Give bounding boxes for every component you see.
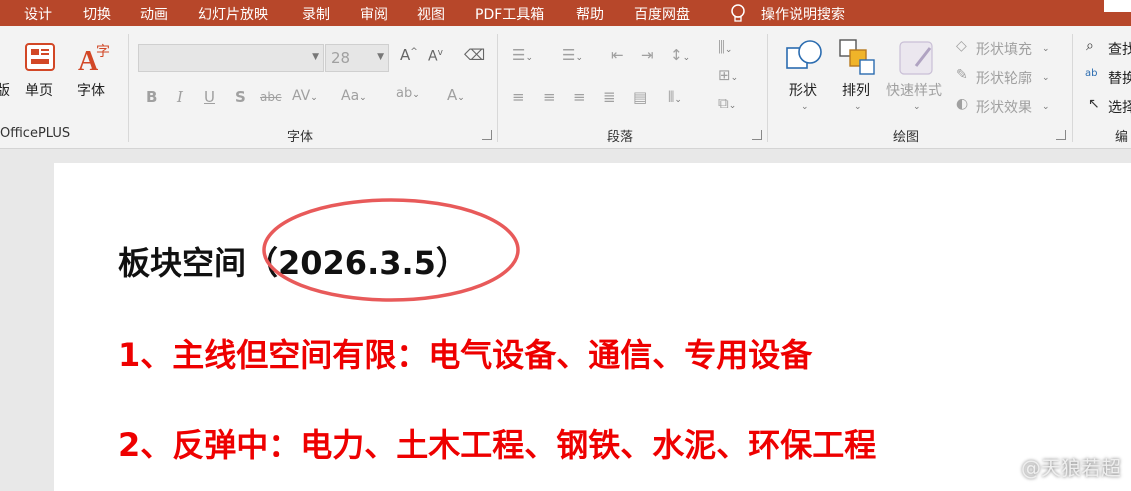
tab-review[interactable]: 审阅 — [360, 4, 388, 24]
divider — [1072, 34, 1073, 142]
font-size-value: 28 — [331, 49, 351, 67]
font-size-box[interactable]: 28 ▼ — [325, 44, 389, 72]
align-center-icon[interactable]: ≡ — [543, 88, 556, 106]
strikethrough-icon[interactable]: abc — [260, 90, 282, 104]
group-label-editing: 编 — [1115, 130, 1129, 145]
align-text-icon[interactable]: ⊞⌄ — [718, 66, 738, 84]
tab-animations[interactable]: 动画 — [140, 4, 168, 24]
underline-icon[interactable]: U — [204, 88, 215, 106]
chevron-down-icon: ⌄ — [854, 102, 862, 112]
justify-icon[interactable]: ≣ — [603, 88, 616, 106]
paragraph-dialog-launcher-icon[interactable] — [752, 130, 762, 140]
bold-icon[interactable]: B — [146, 88, 157, 106]
chevron-down-icon: ▼ — [377, 52, 384, 62]
tab-pdf-toolbox[interactable]: PDF工具箱 — [475, 4, 544, 24]
group-label-officeplus: OfficePLUS — [0, 126, 71, 141]
select-button[interactable]: 选择 — [1108, 97, 1131, 117]
font-dialog-launcher-icon[interactable] — [482, 130, 492, 140]
single-page-icon — [25, 43, 55, 71]
chevron-down-icon: ⌄ — [1042, 44, 1050, 54]
arrange-icon — [839, 39, 875, 75]
chevron-down-icon: ⌄ — [1042, 73, 1050, 83]
font-button[interactable]: 字体 — [77, 80, 105, 100]
ribbon-tab-bar: 设计 切换 动画 幻灯片放映 录制 审阅 视图 PDF工具箱 帮助 百度网盘 操… — [0, 0, 1131, 26]
find-button[interactable]: 查找 — [1108, 39, 1131, 59]
change-case-icon[interactable]: Aa⌄ — [341, 88, 367, 104]
shapes-button[interactable]: 形状 — [789, 80, 817, 100]
chevron-down-icon: ⌄ — [913, 102, 921, 112]
tab-slideshow[interactable]: 幻灯片放映 — [198, 4, 268, 24]
decrease-indent-icon[interactable]: ⇤ — [611, 46, 624, 64]
shadow-icon[interactable]: S — [235, 88, 246, 106]
line-spacing-icon[interactable]: ↕⌄ — [670, 46, 690, 64]
numbering-icon[interactable]: ☰⌄ — [562, 46, 583, 64]
bullet-line-2[interactable]: 2、反弹中：电力、土木工程、钢铁、水泥、环保工程 — [118, 420, 876, 466]
highlight-ellipse — [262, 198, 520, 302]
align-left-icon[interactable]: ≡ — [512, 88, 525, 106]
bullet-line-1[interactable]: 1、主线但空间有限：电气设备、通信、专用设备 — [118, 330, 812, 376]
ribbon: 版 单页 A 字 字体 OfficePLUS ▼ 28 ▼ A^ Av ⌫ B … — [0, 26, 1131, 149]
shrink-font-icon[interactable]: Av — [428, 48, 443, 65]
divider — [128, 34, 129, 142]
highlight-icon[interactable]: ab⌄ — [396, 86, 420, 101]
font-name-box[interactable]: ▼ — [138, 44, 324, 72]
tab-design[interactable]: 设计 — [24, 4, 52, 24]
left-cut-button-label[interactable]: 版 — [0, 80, 10, 100]
bullets-icon[interactable]: ☰⌄ — [512, 46, 533, 64]
shape-outline-icon: ✎ — [956, 67, 968, 83]
replace-button[interactable]: 替换 — [1108, 68, 1131, 88]
tab-view[interactable]: 视图 — [417, 4, 445, 24]
font-color-icon[interactable]: A⌄ — [447, 86, 465, 104]
font-big-icon: A 字 — [78, 44, 110, 74]
clear-format-icon[interactable]: ⌫ — [464, 46, 485, 64]
grow-font-icon[interactable]: A^ — [400, 46, 418, 64]
tab-transitions[interactable]: 切换 — [83, 4, 111, 24]
tab-baidu-netdisk[interactable]: 百度网盘 — [634, 4, 690, 24]
group-label-paragraph: 段落 — [607, 130, 634, 145]
group-label-font: 字体 — [287, 130, 314, 145]
increase-indent-icon[interactable]: ⇥ — [641, 46, 654, 64]
window-edge — [1104, 0, 1131, 12]
cursor-arrow-icon: ↖ — [1088, 96, 1100, 112]
lightbulb-icon — [731, 4, 745, 22]
italic-icon[interactable]: I — [177, 88, 183, 106]
align-right-icon[interactable]: ≡ — [573, 88, 586, 106]
columns-icon[interactable]: ⫴⌄ — [668, 88, 682, 106]
tell-me-search[interactable]: 操作说明搜索 — [761, 4, 845, 24]
shape-fill-button[interactable]: 形状填充 — [976, 39, 1032, 59]
arrange-button[interactable]: 排列 — [842, 80, 870, 100]
quick-styles-button[interactable]: 快速样式 — [886, 80, 942, 100]
search-icon: ⌕ — [1086, 38, 1094, 54]
shape-effects-icon: ◐ — [956, 96, 969, 112]
drawing-dialog-launcher-icon[interactable] — [1056, 130, 1066, 140]
single-page-button[interactable]: 单页 — [25, 80, 53, 100]
divider — [497, 34, 498, 142]
group-label-drawing: 绘图 — [893, 130, 920, 145]
smartart-icon[interactable]: ⧉⌄ — [718, 94, 736, 112]
svg-text:字: 字 — [96, 44, 110, 60]
tab-help[interactable]: 帮助 — [576, 4, 604, 24]
shape-fill-icon: ◇ — [956, 38, 967, 54]
distribute-icon[interactable]: ▤ — [633, 88, 647, 106]
chevron-down-icon: ▼ — [312, 52, 319, 62]
chevron-down-icon: ⌄ — [1042, 102, 1050, 112]
watermark: @天狼若超 — [1021, 456, 1121, 480]
quick-styles-icon — [899, 41, 933, 75]
shape-effects-button[interactable]: 形状效果 — [976, 97, 1032, 117]
shapes-icon — [786, 40, 822, 69]
chevron-down-icon: ⌄ — [801, 102, 809, 112]
text-direction-icon[interactable]: ⫼⌄ — [718, 38, 732, 56]
replace-icon: ab — [1085, 68, 1098, 79]
tab-record[interactable]: 录制 — [302, 4, 330, 24]
char-spacing-icon[interactable]: AV⌄ — [292, 88, 318, 104]
divider — [767, 34, 768, 142]
shape-outline-button[interactable]: 形状轮廓 — [976, 68, 1032, 88]
